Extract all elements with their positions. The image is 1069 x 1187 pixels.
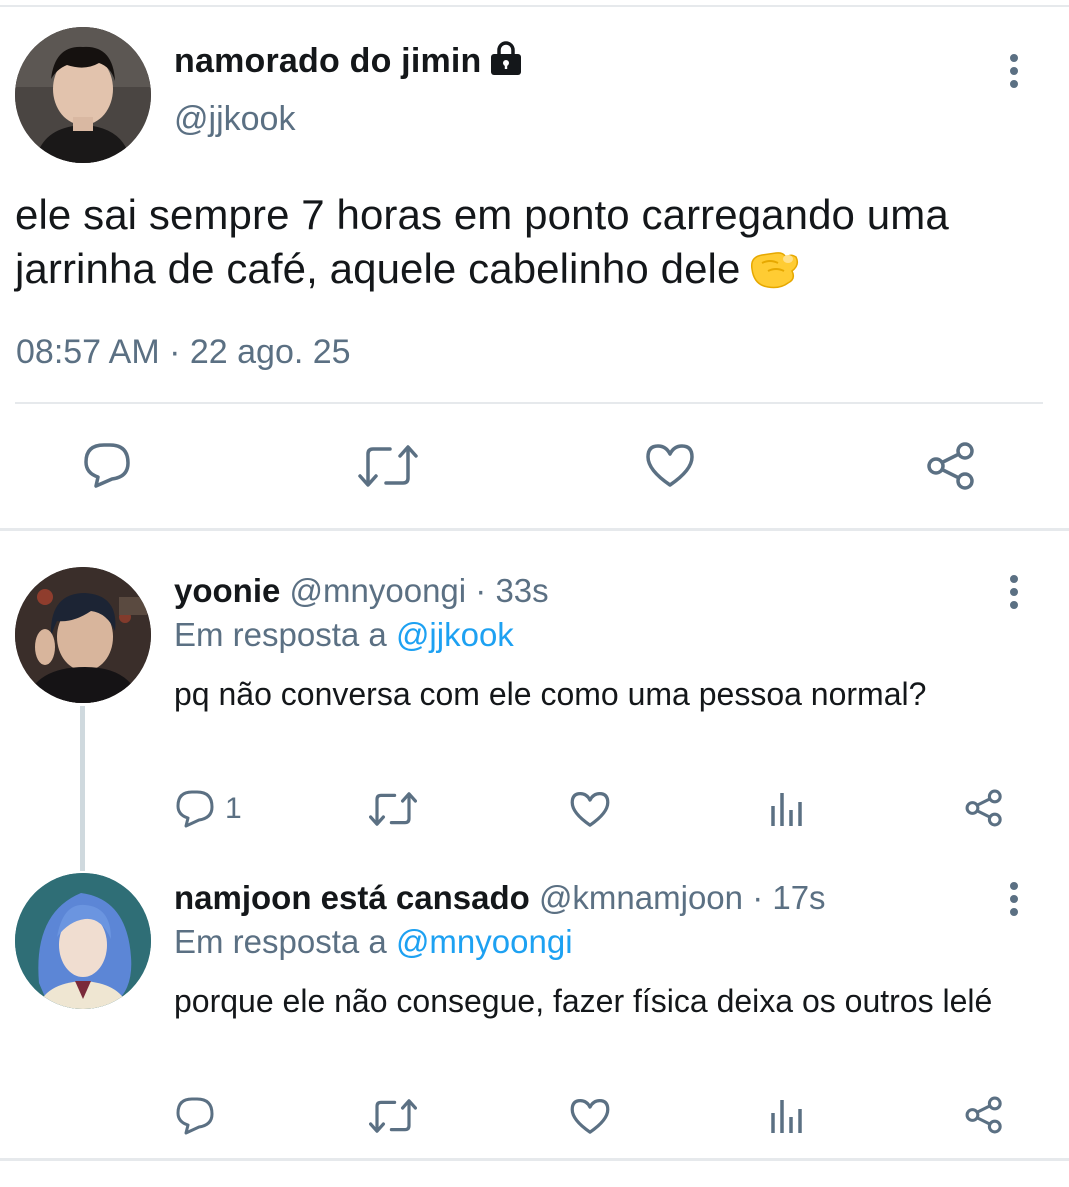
reply-to-link[interactable]: @jjkook [396,616,514,653]
share-icon [927,442,974,490]
like-button[interactable] [644,442,696,488]
reply-avatar[interactable] [15,567,151,703]
retweet-icon [369,1099,417,1133]
reply-count: 1 [225,792,242,825]
analytics-button[interactable] [769,790,805,828]
like-button[interactable] [569,790,611,828]
divider [15,402,1043,404]
reply-context: Em resposta a @mnyoongi [174,923,573,961]
share-icon [965,789,1002,827]
more-options-icon[interactable] [1007,54,1021,94]
reply-button[interactable] [175,1096,215,1136]
bottom-divider [0,1158,1069,1161]
retweet-button[interactable] [358,444,418,488]
more-options-icon[interactable] [1007,575,1021,615]
tweet-text-content: ele sai sempre 7 horas em ponto carregan… [15,191,949,292]
reply-prefix: Em resposta a [174,616,387,653]
reply-display-name[interactable]: namjoon está cansado [174,879,530,916]
reply-handle[interactable]: @kmnamjoon [539,879,743,916]
reply-icon [176,1097,214,1135]
like-button[interactable] [569,1097,611,1135]
analytics-icon [771,793,802,826]
thread-connector [80,706,85,871]
author-avatar[interactable] [15,27,151,163]
top-divider [0,5,1069,7]
author-handle[interactable]: @jjkook [174,100,295,139]
reply-header: namjoon está cansado @kmnamjoon · 17s [174,879,826,917]
heart-icon [646,444,694,487]
reply-to-link[interactable]: @mnyoongi [396,923,573,960]
more-options-icon[interactable] [1007,882,1021,922]
lock-icon [491,41,521,75]
retweet-icon [358,445,418,487]
pinching-hand-emoji [751,252,799,289]
reply-handle[interactable]: @mnyoongi [290,572,467,609]
reply-avatar[interactable] [15,873,151,1009]
reply-text: pq não conversa com ele como uma pessoa … [174,676,927,712]
reply-context: Em resposta a @jjkook [174,616,514,654]
reply-icon [176,790,214,828]
reply-button[interactable] [82,441,132,489]
retweet-button[interactable] [369,791,417,827]
analytics-button[interactable] [769,1097,805,1135]
tweet-timestamp[interactable]: 08:57 AM · 22 ago. 25 [16,333,351,372]
share-icon [965,1096,1002,1134]
retweet-button[interactable] [369,1098,417,1134]
author-display-name[interactable]: namorado do jimin [174,42,482,81]
reply-display-name[interactable]: yoonie [174,572,280,609]
share-button[interactable] [925,440,977,492]
heart-icon [570,1099,610,1134]
reply-time[interactable]: · 33s [475,572,548,609]
reply-prefix: Em resposta a [174,923,387,960]
heart-icon [570,792,610,827]
reply-time[interactable]: · 17s [752,879,825,916]
reply-button[interactable] [175,789,215,829]
tweet-text: ele sai sempre 7 horas em ponto carregan… [15,188,1060,296]
analytics-icon [771,1100,802,1133]
share-button[interactable] [964,788,1004,828]
reply-header: yoonie @mnyoongi · 33s [174,572,549,610]
reply-text: porque ele não consegue, fazer física de… [174,983,993,1019]
share-button[interactable] [964,1095,1004,1135]
reply-icon [84,443,130,488]
retweet-icon [369,792,417,826]
section-divider [0,528,1069,531]
